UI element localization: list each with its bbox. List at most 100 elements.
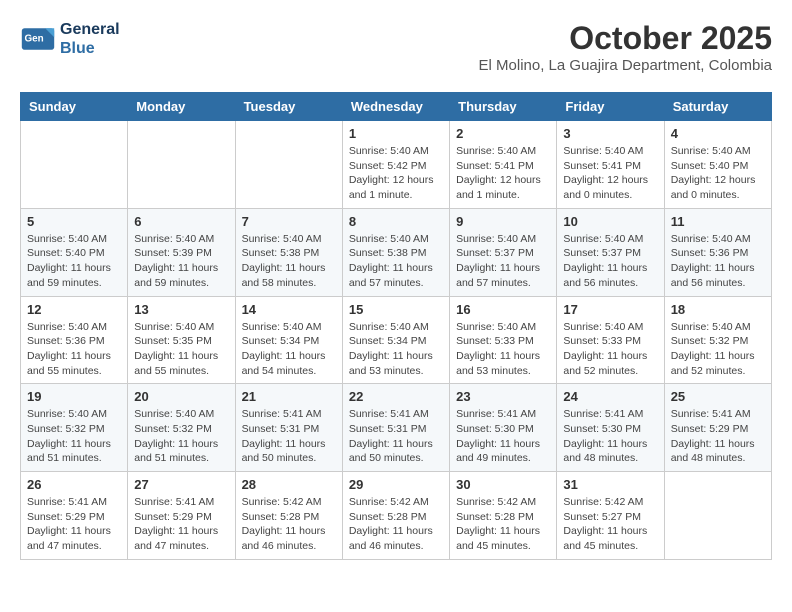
title-section: October 2025 El Molino, La Guajira Depar… [479, 20, 772, 74]
day-number: 7 [242, 214, 336, 229]
day-info: Sunrise: 5:40 AM Sunset: 5:32 PM Dayligh… [27, 407, 121, 466]
calendar-cell: 10 Sunrise: 5:40 AM Sunset: 5:37 PM Dayli… [557, 208, 664, 296]
day-number: 1 [349, 126, 443, 141]
calendar-cell [21, 121, 128, 209]
day-number: 10 [563, 214, 657, 229]
calendar-cell [235, 121, 342, 209]
day-info: Sunrise: 5:40 AM Sunset: 5:37 PM Dayligh… [563, 232, 657, 291]
month-title: October 2025 [479, 20, 772, 57]
weekday-header: Saturday [664, 93, 771, 121]
calendar-cell: 4 Sunrise: 5:40 AM Sunset: 5:40 PM Daylig… [664, 121, 771, 209]
day-number: 12 [27, 302, 121, 317]
calendar-cell: 1 Sunrise: 5:40 AM Sunset: 5:42 PM Daylig… [342, 121, 449, 209]
day-info: Sunrise: 5:40 AM Sunset: 5:32 PM Dayligh… [671, 320, 765, 379]
day-info: Sunrise: 5:40 AM Sunset: 5:34 PM Dayligh… [349, 320, 443, 379]
day-number: 6 [134, 214, 228, 229]
day-number: 22 [349, 389, 443, 404]
calendar-cell: 11 Sunrise: 5:40 AM Sunset: 5:36 PM Dayli… [664, 208, 771, 296]
calendar-cell: 29Sunrise: 5:42 AM Sunset: 5:28 PM Dayli… [342, 472, 449, 560]
day-number: 28 [242, 477, 336, 492]
day-number: 13 [134, 302, 228, 317]
weekday-header: Tuesday [235, 93, 342, 121]
day-info: Sunrise: 5:41 AM Sunset: 5:29 PM Dayligh… [27, 495, 121, 554]
day-info: Sunrise: 5:42 AM Sunset: 5:27 PM Dayligh… [563, 495, 657, 554]
day-number: 16 [456, 302, 550, 317]
day-number: 2 [456, 126, 550, 141]
day-number: 31 [563, 477, 657, 492]
calendar-cell: 27 Sunrise: 5:41 AM Sunset: 5:29 PM Dayli… [128, 472, 235, 560]
calendar-cell: 7 Sunrise: 5:40 AM Sunset: 5:38 PM Daylig… [235, 208, 342, 296]
day-number: 4 [671, 126, 765, 141]
day-info: Sunrise: 5:40 AM Sunset: 5:35 PM Dayligh… [134, 320, 228, 379]
day-number: 18 [671, 302, 765, 317]
day-info: Sunrise: 5:40 AM Sunset: 5:33 PM Dayligh… [563, 320, 657, 379]
day-number: 9 [456, 214, 550, 229]
calendar-cell: 15 Sunrise: 5:40 AM Sunset: 5:34 PM Dayli… [342, 296, 449, 384]
weekday-header: Thursday [450, 93, 557, 121]
day-number: 11 [671, 214, 765, 229]
day-info: Sunrise: 5:41 AM Sunset: 5:30 PM Dayligh… [563, 407, 657, 466]
day-info: Sunrise: 5:40 AM Sunset: 5:40 PM Dayligh… [27, 232, 121, 291]
logo-icon: Gen [20, 21, 56, 57]
calendar-cell: 22 Sunrise: 5:41 AM Sunset: 5:31 PM Dayli… [342, 384, 449, 472]
weekday-header: Sunday [21, 93, 128, 121]
day-number: 24 [563, 389, 657, 404]
day-info: Sunrise: 5:41 AM Sunset: 5:30 PM Dayligh… [456, 407, 550, 466]
calendar-cell: 5 Sunrise: 5:40 AM Sunset: 5:40 PM Daylig… [21, 208, 128, 296]
day-info: Sunrise: 5:42 AM Sunset: 5:28 PM Dayligh… [456, 495, 550, 554]
day-info: Sunrise: 5:42 AM Sunset: 5:28 PM Dayligh… [242, 495, 336, 554]
day-info: Sunrise: 5:41 AM Sunset: 5:29 PM Dayligh… [671, 407, 765, 466]
day-number: 25 [671, 389, 765, 404]
day-info: Sunrise: 5:40 AM Sunset: 5:38 PM Dayligh… [349, 232, 443, 291]
day-number: 15 [349, 302, 443, 317]
day-number: 27 [134, 477, 228, 492]
day-info: Sunrise: 5:40 AM Sunset: 5:41 PM Dayligh… [563, 144, 657, 203]
day-number: 5 [27, 214, 121, 229]
calendar-cell: 16 Sunrise: 5:40 AM Sunset: 5:33 PM Dayli… [450, 296, 557, 384]
calendar-cell: 26 Sunrise: 5:41 AM Sunset: 5:29 PM Dayli… [21, 472, 128, 560]
calendar-cell: 21 Sunrise: 5:41 AM Sunset: 5:31 PM Dayli… [235, 384, 342, 472]
day-info: Sunrise: 5:40 AM Sunset: 5:40 PM Dayligh… [671, 144, 765, 203]
calendar-table: SundayMondayTuesdayWednesdayThursdayFrid… [20, 92, 772, 560]
calendar-cell: 8 Sunrise: 5:40 AM Sunset: 5:38 PM Daylig… [342, 208, 449, 296]
calendar-cell: 28 Sunrise: 5:42 AM Sunset: 5:28 PM Dayli… [235, 472, 342, 560]
calendar-cell: 13 Sunrise: 5:40 AM Sunset: 5:35 PM Dayli… [128, 296, 235, 384]
day-info: Sunrise: 5:40 AM Sunset: 5:34 PM Dayligh… [242, 320, 336, 379]
day-number: 8 [349, 214, 443, 229]
weekday-header: Friday [557, 93, 664, 121]
calendar-cell: 12Sunrise: 5:40 AM Sunset: 5:36 PM Dayli… [21, 296, 128, 384]
logo-line1: General [60, 21, 120, 38]
day-number: 21 [242, 389, 336, 404]
weekday-header: Wednesday [342, 93, 449, 121]
calendar-cell: 30 Sunrise: 5:42 AM Sunset: 5:28 PM Dayli… [450, 472, 557, 560]
day-number: 14 [242, 302, 336, 317]
day-info: Sunrise: 5:40 AM Sunset: 5:32 PM Dayligh… [134, 407, 228, 466]
day-info: Sunrise: 5:41 AM Sunset: 5:29 PM Dayligh… [134, 495, 228, 554]
day-info: Sunrise: 5:42 AM Sunset: 5:28 PM Dayligh… [349, 495, 443, 554]
day-info: Sunrise: 5:40 AM Sunset: 5:37 PM Dayligh… [456, 232, 550, 291]
day-number: 26 [27, 477, 121, 492]
day-number: 20 [134, 389, 228, 404]
day-number: 30 [456, 477, 550, 492]
calendar-cell: 2 Sunrise: 5:40 AM Sunset: 5:41 PM Daylig… [450, 121, 557, 209]
day-info: Sunrise: 5:41 AM Sunset: 5:31 PM Dayligh… [349, 407, 443, 466]
day-info: Sunrise: 5:40 AM Sunset: 5:41 PM Dayligh… [456, 144, 550, 203]
location-subtitle: El Molino, La Guajira Department, Colomb… [479, 57, 772, 74]
calendar-cell: 18 Sunrise: 5:40 AM Sunset: 5:32 PM Dayli… [664, 296, 771, 384]
calendar-cell: 23 Sunrise: 5:41 AM Sunset: 5:30 PM Dayli… [450, 384, 557, 472]
day-info: Sunrise: 5:40 AM Sunset: 5:42 PM Dayligh… [349, 144, 443, 203]
day-info: Sunrise: 5:41 AM Sunset: 5:31 PM Dayligh… [242, 407, 336, 466]
svg-text:Gen: Gen [25, 34, 44, 45]
calendar-cell: 31 Sunrise: 5:42 AM Sunset: 5:27 PM Dayli… [557, 472, 664, 560]
logo-line2: Blue [60, 40, 95, 57]
logo: Gen General Blue [20, 20, 120, 58]
calendar-cell: 6 Sunrise: 5:40 AM Sunset: 5:39 PM Daylig… [128, 208, 235, 296]
day-info: Sunrise: 5:40 AM Sunset: 5:36 PM Dayligh… [671, 232, 765, 291]
day-info: Sunrise: 5:40 AM Sunset: 5:33 PM Dayligh… [456, 320, 550, 379]
day-info: Sunrise: 5:40 AM Sunset: 5:38 PM Dayligh… [242, 232, 336, 291]
calendar-cell: 24 Sunrise: 5:41 AM Sunset: 5:30 PM Dayli… [557, 384, 664, 472]
day-info: Sunrise: 5:40 AM Sunset: 5:39 PM Dayligh… [134, 232, 228, 291]
weekday-header: Monday [128, 93, 235, 121]
day-number: 23 [456, 389, 550, 404]
calendar-cell: 19Sunrise: 5:40 AM Sunset: 5:32 PM Dayli… [21, 384, 128, 472]
